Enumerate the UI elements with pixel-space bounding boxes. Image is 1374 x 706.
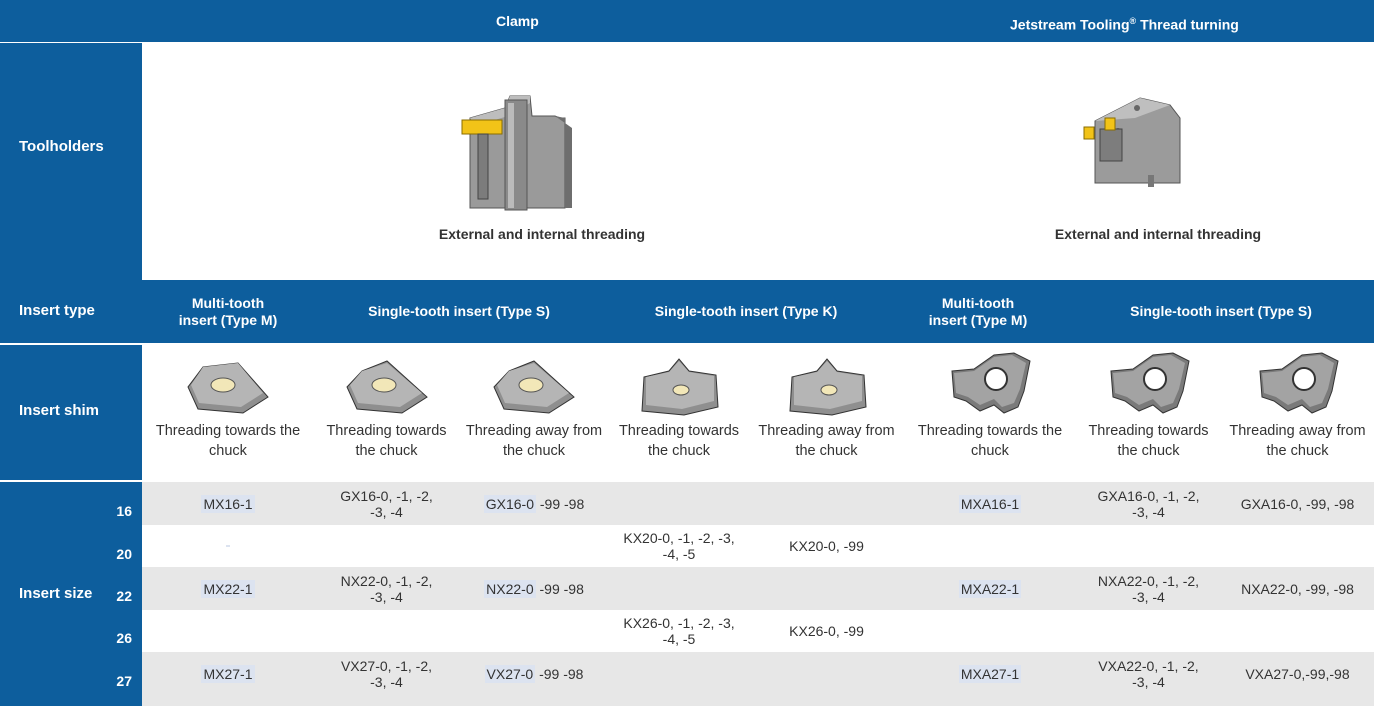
square-shim-image: [641, 358, 719, 416]
insert-type-side: Insert type: [0, 280, 142, 343]
insert-code: MX27-1: [201, 664, 255, 683]
insert-shim-side: Insert shim: [0, 345, 142, 480]
shim-cell: Threading away from the chuck: [459, 345, 609, 480]
insert-code: GXA16-0, -99, -98: [1240, 495, 1355, 512]
type-multi-tooth-m: Multi-tooth insert (Type M): [178, 294, 278, 328]
clamp-title: Clamp: [496, 13, 539, 29]
insert-code: [226, 545, 230, 547]
size-22-label: 22: [116, 588, 132, 604]
jetstream-title: Jetstream Tooling® Thread turning: [1010, 16, 1239, 33]
shim-text-line1: Threading towards: [1088, 423, 1209, 439]
insert-code: VX27-0 -99 -98: [484, 664, 584, 683]
size-20-label: 20: [116, 546, 132, 562]
shim-cell: Threading away from the chuck: [749, 345, 904, 480]
table-row: KX26-0, -1, -2, -3, -4, -5 KX26-0, -99: [142, 610, 1374, 652]
insert-type-bar: Multi-tooth insert (Type M) Single-tooth …: [142, 280, 1374, 343]
jetstream-toolholder-image: [1083, 97, 1181, 187]
clamp-caption: External and internal threading: [438, 226, 646, 242]
size-27-label: 27: [116, 673, 132, 689]
type-single-tooth-s: Single-tooth insert (Type S): [368, 303, 550, 319]
shim-text-line1: Threading towards the: [917, 423, 1063, 439]
toolholders-label: Toolholders: [19, 138, 104, 155]
jetstream-caption: External and internal threading: [1054, 226, 1262, 242]
shim-cell: Threading towards the chuck: [314, 345, 459, 480]
insert-code: GXA16-0, -1, -2, -3, -4: [1097, 487, 1200, 520]
shim-text-line2: the chuck: [1117, 443, 1180, 459]
insert-code: VXA27-0,-99,-98: [1245, 665, 1350, 682]
insert-code: MXA22-1: [958, 579, 1022, 598]
toolholders-side: Toolholders: [0, 42, 142, 281]
insert-code: NXA22-0, -99, -98: [1241, 580, 1354, 597]
shim-text-line1: Threading towards the: [155, 423, 301, 439]
insert-code: VX27-0, -1, -2, -3, -4: [340, 657, 433, 690]
insert-code: MX16-1: [201, 494, 255, 513]
table-row: MX27-1 VX27-0, -1, -2, -3, -4 VX27-0 -99 …: [142, 652, 1374, 706]
insert-code: KX20-0, -99: [789, 538, 864, 554]
triangular-shim-image: [493, 360, 575, 414]
table-row: MX16-1 GX16-0, -1, -2, -3, -4 GX16-0 -99 …: [142, 482, 1374, 525]
shim-cell: Threading towards the chuck: [142, 345, 314, 480]
insert-code: KX20-0, -1, -2, -3, -4, -5: [623, 530, 735, 562]
jetstream-shim-image: [1258, 352, 1339, 414]
insert-code: GX16-0 -99 -98: [483, 494, 585, 513]
insert-code: NX22-0, -1, -2, -3, -4: [340, 572, 433, 605]
insert-code: GX16-0, -1, -2, -3, -4: [340, 487, 433, 520]
jetstream-shim-image: [1109, 352, 1190, 414]
insert-code: KX26-0, -1, -2, -3, -4, -5: [623, 615, 735, 647]
shim-text-line2: the chuck: [355, 443, 418, 459]
insert-shim-label: Insert shim: [19, 402, 100, 419]
triangular-shim-image: [187, 362, 269, 414]
insert-code: NX22-0 -99 -98: [484, 579, 584, 598]
shim-text-line1: Threading away from: [465, 423, 603, 439]
shim-cell: Threading towards the chuck: [609, 345, 749, 480]
threading-table: Clamp Jetstream Tooling® Thread turning …: [0, 0, 1374, 706]
insert-type-label: Insert type: [19, 302, 95, 319]
jetstream-shim-image: [951, 352, 1031, 414]
shim-text-line2: the chuck: [502, 443, 566, 459]
clamp-toolholder-image: [461, 95, 572, 211]
type-jet-multi-tooth-m: Multi-tooth insert (Type M): [928, 294, 1028, 328]
square-shim-image: [788, 358, 867, 416]
insert-code: VXA22-0, -1, -2, -3, -4: [1098, 657, 1199, 690]
insert-code: MXA27-1: [958, 664, 1022, 683]
shim-text-line2: chuck: [209, 443, 247, 459]
shim-text-line2: chuck: [971, 443, 1009, 459]
type-jet-single-tooth-s: Single-tooth insert (Type S): [1130, 303, 1312, 319]
shim-text-line1: Threading away from: [1229, 423, 1366, 439]
shim-cell: Threading towards the chuck: [904, 345, 1076, 480]
triangular-shim-image: [345, 360, 428, 414]
insert-code: KX26-0, -99: [789, 623, 864, 639]
table-row: MX22-1 NX22-0, -1, -2, -3, -4 NX22-0 -99 …: [142, 567, 1374, 610]
shim-cell: Threading away from the chuck: [1221, 345, 1374, 480]
type-single-tooth-k: Single-tooth insert (Type K): [654, 303, 838, 319]
size-26-label: 26: [116, 630, 132, 646]
insert-code: MXA16-1: [958, 494, 1022, 513]
shim-text-line1: Threading away from: [758, 423, 895, 439]
insert-size-side: Insert size 16 20 22 26 27: [0, 482, 142, 706]
shim-text-line1: Threading towards: [618, 423, 740, 439]
shim-text-line1: Threading towards: [326, 423, 447, 439]
size-16-label: 16: [116, 503, 132, 519]
shim-text-line2: the chuck: [647, 443, 711, 459]
insert-code: MX22-1: [201, 579, 255, 598]
table-row: KX20-0, -1, -2, -3, -4, -5 KX20-0, -99: [142, 525, 1374, 567]
table-header: Clamp Jetstream Tooling® Thread turning: [0, 0, 1374, 42]
shim-text-line2: the chuck: [795, 443, 858, 459]
shim-cell: Threading towards the chuck: [1076, 345, 1221, 480]
shim-text-line2: the chuck: [1266, 443, 1329, 459]
insert-code: NXA22-0, -1, -2, -3, -4: [1097, 572, 1200, 605]
insert-size-label: Insert size: [19, 585, 93, 602]
